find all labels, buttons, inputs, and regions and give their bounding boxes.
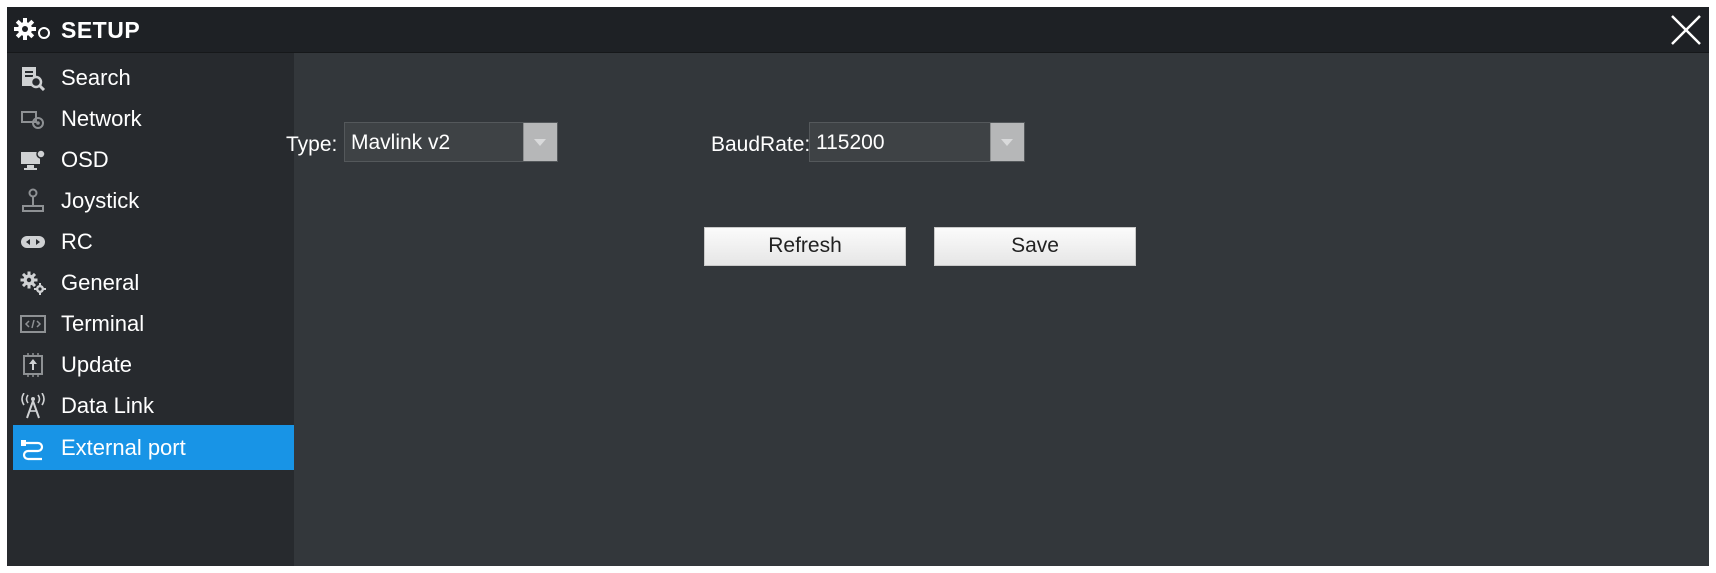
sidebar-item-external-port[interactable]: External port xyxy=(13,425,294,470)
joystick-icon xyxy=(22,188,44,212)
sidebar-item-label: External port xyxy=(61,435,186,460)
sidebar-item-search[interactable]: Search xyxy=(13,55,294,100)
external-port-panel: Type: Mavlink v2 BaudRate: 115200 Refres… xyxy=(286,53,1709,566)
sidebar-item-label: Update xyxy=(61,352,132,377)
terminal-icon xyxy=(20,315,46,333)
type-select[interactable]: Mavlink v2 xyxy=(344,122,558,162)
sidebar-item-network[interactable]: Network xyxy=(13,96,294,141)
sidebar-item-label: Data Link xyxy=(61,393,154,418)
sidebar-item-general[interactable]: General xyxy=(13,260,294,305)
osd-monitor-icon xyxy=(21,149,46,170)
chevron-down-icon xyxy=(1001,139,1013,146)
sidebar-item-label: Search xyxy=(61,65,131,90)
gears-icon xyxy=(20,271,46,295)
sidebar-item-label: General xyxy=(61,270,140,295)
sidebar-item-label: Network xyxy=(61,106,142,131)
antenna-icon xyxy=(21,393,45,419)
sidebar-item-rc[interactable]: RC xyxy=(13,219,294,264)
sidebar-item-terminal[interactable]: Terminal xyxy=(13,301,294,346)
baudrate-select-value: 115200 xyxy=(816,131,885,154)
sidebar-item-label: Joystick xyxy=(61,188,140,213)
sidebar-item-label: RC xyxy=(61,229,93,254)
search-document-icon xyxy=(22,67,46,91)
baudrate-select[interactable]: 115200 xyxy=(809,122,1025,162)
sidebar-item-osd[interactable]: OSD xyxy=(13,137,294,182)
title-bar: SETUP xyxy=(7,7,1709,53)
type-dropdown-button[interactable] xyxy=(523,123,557,161)
sidebar-item-label: Terminal xyxy=(61,311,145,336)
sidebar-item-update[interactable]: Update xyxy=(13,342,294,387)
rc-icon xyxy=(21,236,45,248)
type-select-value: Mavlink v2 xyxy=(351,131,451,154)
baudrate-dropdown-button[interactable] xyxy=(990,123,1024,161)
chevron-down-icon xyxy=(534,139,546,146)
baudrate-label: BaudRate: xyxy=(711,133,811,156)
refresh-button[interactable]: Refresh xyxy=(704,227,906,266)
save-button[interactable]: Save xyxy=(934,227,1136,266)
close-icon[interactable] xyxy=(1669,13,1703,47)
cable-icon xyxy=(21,440,44,461)
type-label: Type: xyxy=(286,133,338,156)
setup-window: SETUP Search Network OSD Joystick RC Gen… xyxy=(7,7,1709,566)
sidebar: Search Network OSD Joystick RC General T… xyxy=(7,53,294,566)
gears-icon xyxy=(14,18,50,40)
window-title: SETUP xyxy=(61,17,141,43)
update-chip-icon xyxy=(23,353,43,377)
network-icon xyxy=(21,111,44,129)
sidebar-item-joystick[interactable]: Joystick xyxy=(13,178,294,223)
sidebar-item-data-link[interactable]: Data Link xyxy=(13,383,294,428)
sidebar-item-label: OSD xyxy=(61,147,109,172)
